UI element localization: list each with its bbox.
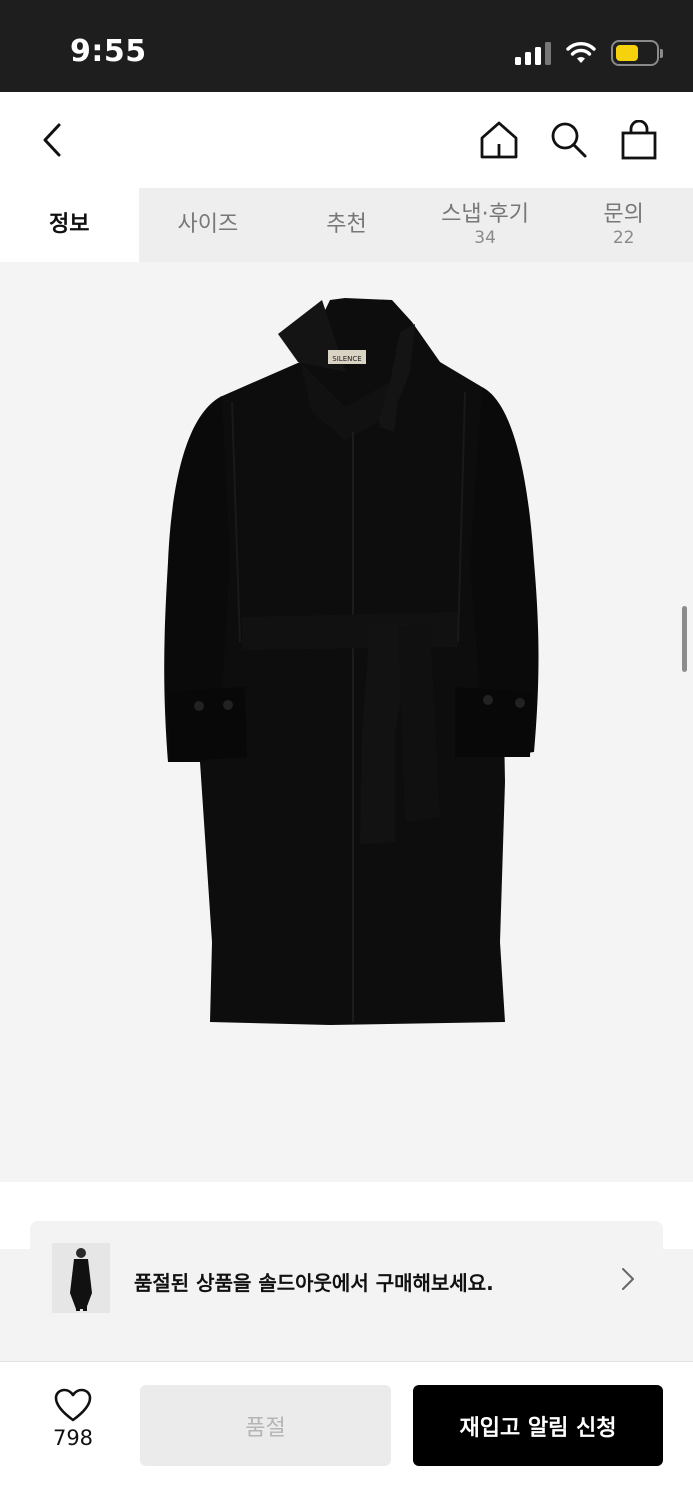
status-time: 9:55 [70, 34, 147, 69]
battery-icon [611, 40, 663, 66]
tab-label: 사이즈 [177, 212, 239, 237]
tab-label: 추천 [326, 212, 367, 237]
chevron-right-icon [622, 1268, 634, 1290]
tab-count: 22 [612, 228, 635, 248]
back-arrow-icon [43, 123, 61, 157]
like-button[interactable]: 798 [40, 1388, 106, 1450]
battery-level [616, 45, 638, 61]
search-icon [551, 122, 587, 158]
tab-label: 문의 [603, 202, 644, 227]
soldout-promo-banner[interactable]: 품절된 상품을 솔드아웃에서 구매해보세요. [0, 1243, 693, 1361]
tab-snap-review[interactable]: 스냅·후기 34 [416, 188, 555, 262]
home-button[interactable] [479, 118, 519, 162]
wifi-icon [566, 42, 596, 63]
product-tabs: 정보 사이즈 추천 스냅·후기 34 문의 22 [0, 188, 693, 262]
search-button[interactable] [549, 118, 589, 162]
tab-inquiry[interactable]: 문의 22 [554, 188, 693, 262]
model-thumbnail-image [52, 1243, 110, 1313]
scroll-indicator[interactable] [682, 606, 687, 672]
tab-recommend[interactable]: 추천 [277, 188, 416, 262]
promo-thumbnail [52, 1243, 110, 1313]
header-actions [479, 118, 659, 162]
like-count: 798 [52, 1426, 94, 1450]
coat-label-text: SILENCE [332, 355, 361, 363]
bottom-action-bar: 798 품절 재입고 알림 신청 [0, 1361, 693, 1500]
coat-illustration: SILENCE [164, 298, 539, 1025]
status-bar: 9:55 [0, 0, 693, 92]
promo-card-top [30, 1221, 663, 1251]
header [0, 92, 693, 188]
tab-label: 정보 [49, 212, 90, 237]
product-image[interactable]: SILENCE [0, 262, 693, 1182]
heart-icon [54, 1388, 92, 1422]
tab-label: 스냅·후기 [441, 202, 530, 227]
back-button[interactable] [32, 118, 72, 162]
soldout-button: 품절 [140, 1385, 391, 1466]
tab-info[interactable]: 정보 [0, 188, 139, 262]
promo-chevron [621, 1267, 635, 1295]
promo-text: 품절된 상품을 솔드아웃에서 구매해보세요. [134, 1271, 494, 1295]
status-icons [515, 40, 663, 66]
shopping-bag-icon [621, 120, 657, 160]
tab-count: 34 [474, 228, 496, 248]
tab-size[interactable]: 사이즈 [139, 188, 278, 262]
home-icon [480, 121, 518, 159]
signal-icon [515, 41, 551, 65]
restock-alert-button[interactable]: 재입고 알림 신청 [413, 1385, 663, 1466]
cart-button[interactable] [619, 118, 659, 162]
